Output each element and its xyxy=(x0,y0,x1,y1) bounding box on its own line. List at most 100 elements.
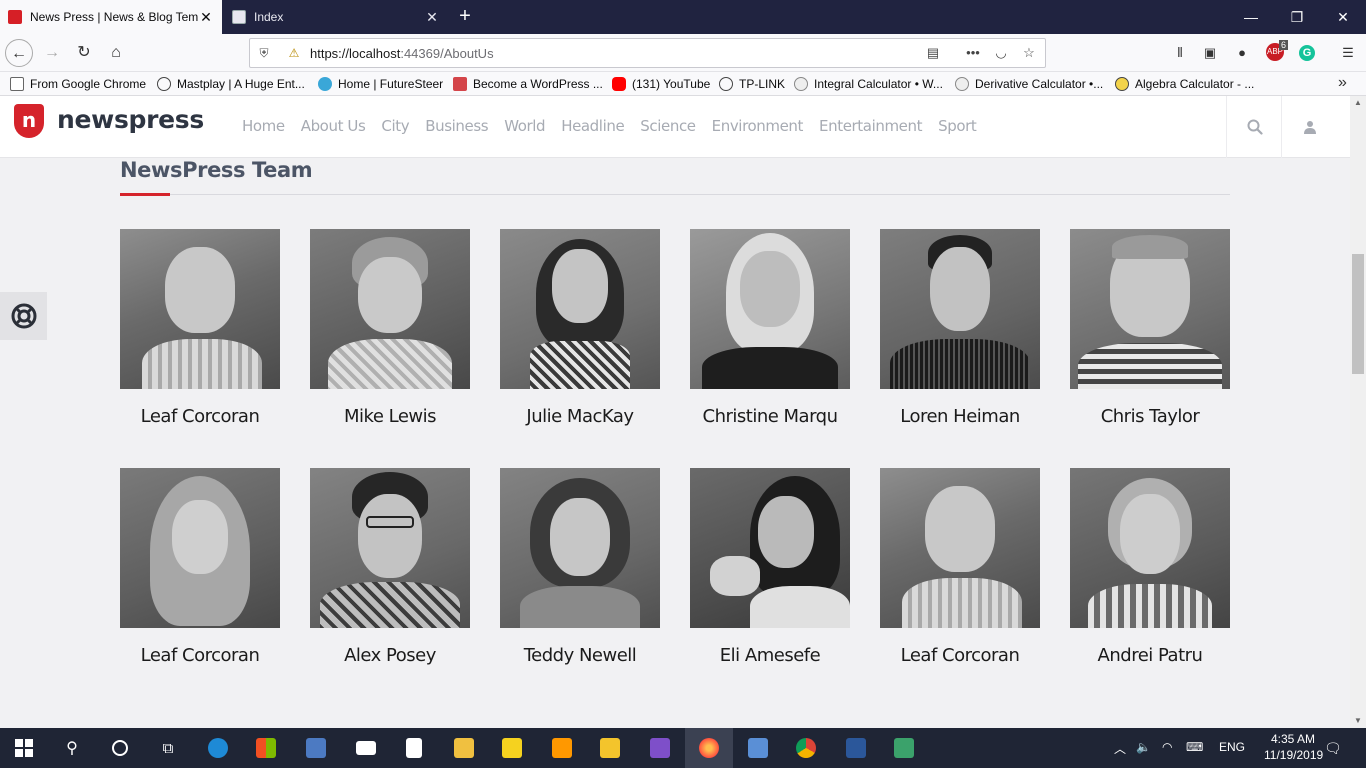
bookmark-star-icon[interactable]: ☆ xyxy=(1020,44,1038,62)
chrome-icon[interactable] xyxy=(792,734,820,762)
new-tab-button[interactable]: + xyxy=(452,4,478,30)
3d-builder-icon[interactable] xyxy=(450,734,478,762)
tab-close-icon[interactable]: ✕ xyxy=(424,9,440,26)
close-window-icon[interactable]: ✕ xyxy=(1320,0,1366,34)
team-member-card[interactable]: Mike Lewis xyxy=(310,229,470,427)
language-indicator[interactable]: ENG xyxy=(1219,740,1245,754)
url-bar[interactable]: ⛨ ⚠ https://localhost:44369/AboutUs ▤ ••… xyxy=(249,38,1046,68)
windows-start-icon[interactable] xyxy=(10,734,38,762)
nav-science[interactable]: Science xyxy=(640,117,696,135)
bookmark-item[interactable]: Home | FutureSteer xyxy=(318,76,443,92)
bookmark-item[interactable]: Derivative Calculator •... xyxy=(955,76,1103,92)
wifi-icon[interactable]: ◠ xyxy=(1162,740,1172,754)
store-icon[interactable] xyxy=(252,734,280,762)
tab-close-icon[interactable]: ✕ xyxy=(198,9,214,26)
app-icon[interactable] xyxy=(890,734,918,762)
team-member-card[interactable]: Chris Taylor xyxy=(1070,229,1230,427)
page-actions-icon[interactable]: ••• xyxy=(964,44,982,62)
forward-icon[interactable]: → xyxy=(38,39,66,67)
library-icon[interactable]: ⫴ xyxy=(1170,43,1190,63)
team-member-card[interactable]: Andrei Patru xyxy=(1070,468,1230,666)
nav-environment[interactable]: Environment xyxy=(712,117,804,135)
nav-about-us[interactable]: About Us xyxy=(301,117,366,135)
team-member-name: Christine Marqu xyxy=(702,406,839,427)
newspress-logo-icon[interactable]: n xyxy=(14,104,44,138)
visual-studio-icon[interactable] xyxy=(646,734,674,762)
scroll-up-icon[interactable]: ▲ xyxy=(1350,96,1366,110)
team-member-card[interactable]: Alex Posey xyxy=(310,468,470,666)
team-member-card[interactable]: Leaf Corcoran xyxy=(120,468,280,666)
bookmark-item[interactable]: Algebra Calculator - ... xyxy=(1115,76,1254,92)
youtube-icon xyxy=(612,77,626,91)
nav-business[interactable]: Business xyxy=(425,117,488,135)
bookmark-item[interactable]: TP-LINK xyxy=(719,76,785,92)
sublime-text-icon[interactable] xyxy=(548,734,576,762)
control-panel-icon[interactable] xyxy=(302,734,330,762)
page-scrollbar[interactable]: ▲ ▼ xyxy=(1350,96,1366,728)
insecure-lock-icon[interactable]: ⚠ xyxy=(286,45,302,61)
user-account-button[interactable] xyxy=(1281,96,1337,158)
bookmark-item[interactable]: (131) YouTube xyxy=(612,76,710,92)
team-member-photo xyxy=(1070,229,1230,389)
notifications-icon[interactable]: 🗨 xyxy=(1324,740,1342,757)
tab-newspress[interactable]: News Press | News & Blog Tem ✕ xyxy=(0,0,222,34)
task-view-icon[interactable]: ⧉ xyxy=(154,734,182,762)
grammarly-icon[interactable]: G xyxy=(1299,45,1315,61)
nav-world[interactable]: World xyxy=(504,117,545,135)
tray-expand-icon[interactable]: ︿ xyxy=(1114,740,1126,757)
team-member-card[interactable]: Teddy Newell xyxy=(500,468,660,666)
reload-icon[interactable]: ↻ xyxy=(70,39,98,67)
search-icon xyxy=(1247,119,1263,135)
team-member-card[interactable]: Eli Amesefe xyxy=(690,468,850,666)
team-member-card[interactable]: Julie MacKay xyxy=(500,229,660,427)
globe-icon xyxy=(157,77,171,91)
back-icon[interactable]: ← xyxy=(5,39,33,67)
kmplayer-icon[interactable] xyxy=(498,734,526,762)
bookmark-item[interactable]: Become a WordPress ... xyxy=(453,76,603,92)
bookmark-item[interactable]: Integral Calculator • W... xyxy=(794,76,943,92)
search-icon[interactable]: ⚲ xyxy=(58,734,86,762)
team-member-card[interactable]: Christine Marqu xyxy=(690,229,850,427)
scroll-thumb[interactable] xyxy=(1352,254,1364,374)
file-explorer-icon[interactable] xyxy=(596,734,624,762)
edge-icon[interactable] xyxy=(204,734,232,762)
firefox-icon[interactable] xyxy=(695,734,723,762)
cortana-icon[interactable] xyxy=(106,734,134,762)
tab-index[interactable]: Index ✕ xyxy=(224,0,448,34)
volume-icon[interactable]: 🔈 xyxy=(1136,740,1151,754)
nav-city[interactable]: City xyxy=(381,117,409,135)
reader-view-icon[interactable]: ▤ xyxy=(924,44,942,62)
keyboard-icon[interactable]: ⌨ xyxy=(1186,740,1203,754)
home-icon[interactable]: ⌂ xyxy=(102,39,130,67)
nav-entertainment[interactable]: Entertainment xyxy=(819,117,922,135)
calculator-icon[interactable] xyxy=(400,734,428,762)
sidebar-icon[interactable]: ▣ xyxy=(1200,43,1220,63)
taskbar-clock[interactable]: 4:35 AM 11/19/2019 xyxy=(1264,731,1323,763)
tracking-shield-icon[interactable]: ⛨ xyxy=(256,45,272,61)
search-button[interactable] xyxy=(1226,96,1282,158)
folder-icon xyxy=(10,77,24,91)
scroll-down-icon[interactable]: ▼ xyxy=(1350,714,1366,728)
team-member-card[interactable]: Leaf Corcoran xyxy=(880,468,1040,666)
team-member-photo xyxy=(880,229,1040,389)
support-button[interactable] xyxy=(0,292,47,340)
remote-desktop-icon[interactable] xyxy=(744,734,772,762)
account-icon[interactable]: ● xyxy=(1232,43,1252,63)
menu-icon[interactable]: ☰ xyxy=(1338,43,1358,63)
restore-icon[interactable]: ❐ xyxy=(1274,0,1320,34)
bookmark-item[interactable]: From Google Chrome xyxy=(10,76,146,92)
site-logo-text[interactable]: newspress xyxy=(57,105,204,134)
bookmarks-overflow-icon[interactable]: » xyxy=(1338,74,1347,92)
nav-headline[interactable]: Headline xyxy=(561,117,624,135)
minimize-icon[interactable]: — xyxy=(1228,0,1274,34)
pocket-icon[interactable]: ◡ xyxy=(992,44,1010,62)
bookmark-item[interactable]: Mastplay | A Huge Ent... xyxy=(157,76,305,92)
word-icon[interactable] xyxy=(842,734,870,762)
url-text[interactable]: https://localhost:44369/AboutUs xyxy=(310,46,494,61)
nav-home[interactable]: Home xyxy=(242,117,285,135)
team-member-card[interactable]: Loren Heiman xyxy=(880,229,1040,427)
user-icon xyxy=(1303,121,1316,134)
nav-sport[interactable]: Sport xyxy=(938,117,977,135)
team-member-card[interactable]: Leaf Corcoran xyxy=(120,229,280,427)
mail-icon[interactable] xyxy=(352,734,380,762)
